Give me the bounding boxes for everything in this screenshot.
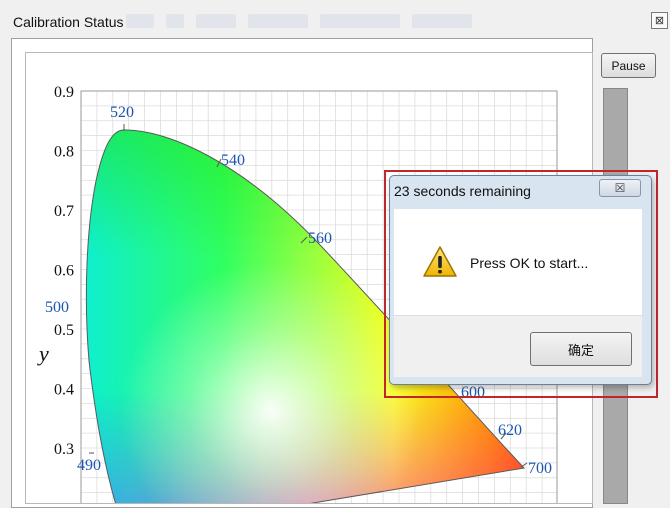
dialog-message: Press OK to start... bbox=[470, 255, 589, 271]
dialog-footer: 确定 bbox=[394, 315, 642, 377]
y-tick-label: 0.4 bbox=[54, 382, 74, 399]
wavelength-label: 540 bbox=[221, 152, 245, 169]
wavelength-label: 700 bbox=[528, 460, 552, 477]
y-tick-label: 0.9 bbox=[54, 84, 74, 101]
wavelength-label: 500 bbox=[45, 299, 69, 316]
y-tick-label: 0.3 bbox=[54, 441, 74, 458]
wavelength-label: 490 bbox=[77, 457, 101, 474]
wavelength-label: 620 bbox=[498, 422, 522, 439]
dialog-body: Press OK to start... bbox=[394, 209, 642, 315]
dialog-title: 23 seconds remaining bbox=[394, 183, 531, 199]
y-tick-label: 0.7 bbox=[54, 203, 74, 220]
warning-icon bbox=[423, 246, 457, 277]
y-axis-label: y bbox=[37, 341, 49, 366]
countdown-dialog: 23 seconds remaining ☒ Press OK to start… bbox=[389, 175, 652, 385]
y-tick-label: 0.5 bbox=[54, 322, 74, 339]
ok-button[interactable]: 确定 bbox=[530, 332, 632, 366]
pause-button[interactable]: Pause bbox=[601, 53, 656, 78]
window-close-button[interactable]: ⊠ bbox=[651, 12, 668, 29]
wavelength-label: 560 bbox=[308, 230, 332, 247]
y-tick-label: 0.8 bbox=[54, 144, 74, 161]
window-title: Calibration Status bbox=[13, 14, 124, 30]
y-tick-label: 0.6 bbox=[54, 263, 74, 280]
y-axis-tick-labels: 0.9 0.8 0.7 0.6 0.5 0.4 0.3 0.2 bbox=[54, 84, 74, 503]
background-toolbar bbox=[120, 10, 640, 32]
dialog-close-button[interactable]: ☒ bbox=[599, 179, 641, 197]
y-tick-label: 0.2 bbox=[54, 501, 74, 504]
wavelength-label: 520 bbox=[110, 104, 134, 121]
